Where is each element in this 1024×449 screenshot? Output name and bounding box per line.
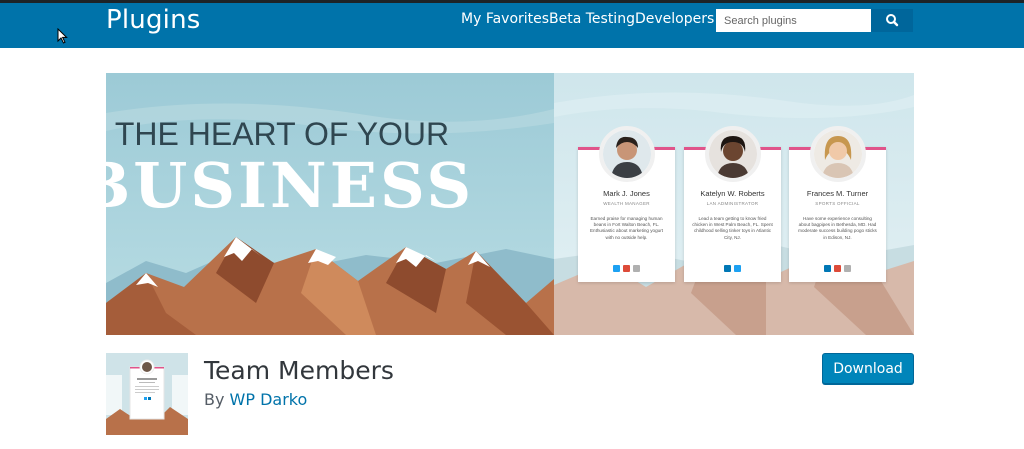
download-button[interactable]: Download — [822, 353, 914, 384]
plugins-home-link[interactable]: Plugins — [106, 5, 201, 35]
nav-beta-testing[interactable]: Beta Testing — [549, 11, 635, 27]
member-role: LAN ADMINISTRATOR — [706, 201, 759, 206]
search-icon — [886, 14, 899, 27]
plugin-byline: By WP Darko — [204, 390, 307, 409]
google-plus-icon[interactable] — [623, 265, 630, 272]
twitter-icon[interactable] — [613, 265, 620, 272]
nav-developers[interactable]: Developers — [635, 11, 714, 27]
team-card: Frances M. Turner SPORTS OFFICIAL Have s… — [789, 126, 886, 282]
link-icon[interactable] — [844, 265, 851, 272]
banner-headline-bottom: BUSINESS — [106, 149, 474, 222]
member-role: SPORTS OFFICIAL — [815, 201, 860, 206]
social-links — [789, 265, 886, 272]
member-bio: Earned praise for managing human beans i… — [589, 216, 664, 240]
search-input[interactable] — [716, 9, 871, 32]
plugin-title: Team Members — [204, 356, 394, 385]
member-name: Frances M. Turner — [806, 189, 869, 198]
twitter-icon[interactable] — [734, 265, 741, 272]
avatar — [705, 126, 761, 182]
search-button[interactable] — [871, 9, 913, 32]
link-icon[interactable] — [633, 265, 640, 272]
team-card: Katelyn W. Roberts LAN ADMINISTRATOR Lea… — [684, 126, 781, 282]
google-plus-icon[interactable] — [834, 265, 841, 272]
nav-my-favorites[interactable]: My Favorites — [461, 11, 549, 27]
linkedin-icon[interactable] — [824, 265, 831, 272]
banner-headline-top: THE HEART OF YOUR — [115, 116, 449, 152]
member-bio: Have some experience consulting about ba… — [798, 216, 877, 240]
social-links — [684, 265, 781, 272]
author-link[interactable]: WP Darko — [230, 390, 308, 409]
mouse-pointer-icon — [57, 28, 68, 44]
team-card: Mark J. Jones WEALTH MANAGER Earned prai… — [578, 126, 675, 282]
avatar — [810, 126, 866, 182]
member-name: Mark J. Jones — [603, 189, 650, 198]
member-role: WEALTH MANAGER — [603, 201, 650, 206]
member-bio: Lead a team getting to know fried chicke… — [692, 216, 773, 240]
social-links — [578, 265, 675, 272]
plugin-icon — [106, 353, 188, 435]
site-header: Plugins My Favorites Beta Testing Develo… — [0, 3, 1024, 48]
member-name: Katelyn W. Roberts — [700, 189, 765, 198]
byline-prefix: By — [204, 390, 225, 409]
avatar — [599, 126, 655, 182]
linkedin-icon[interactable] — [724, 265, 731, 272]
